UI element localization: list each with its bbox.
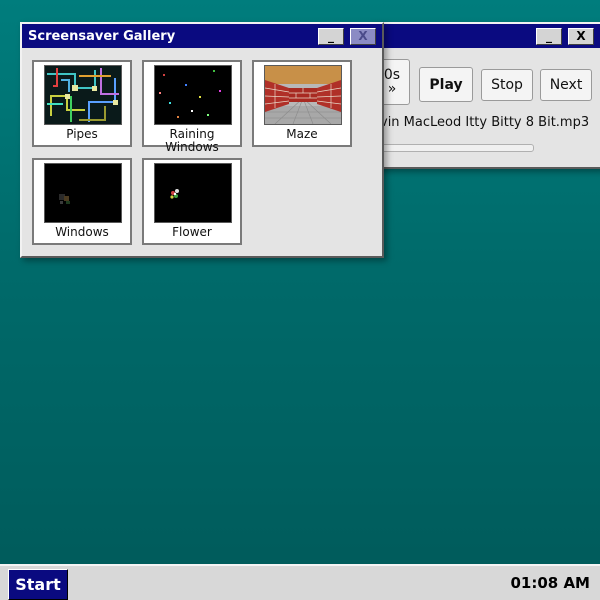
screensaver-tile-raining-windows[interactable]: Raining Windows [142,60,242,154]
media-player-titlebar[interactable]: _ X [372,24,600,48]
raining-windows-preview [154,65,232,125]
minimize-button[interactable]: _ [536,27,562,45]
media-player-window: _ X 0s » Play Stop Next vin MacLeod Itty… [360,22,600,169]
start-button[interactable]: Start [8,569,68,600]
tile-label: Maze [286,127,318,141]
screensaver-tile-maze[interactable]: Maze [252,60,352,147]
track-name: vin MacLeod Itty Bitty 8 Bit.mp3 [380,115,590,130]
pipes-preview [44,65,122,125]
close-button[interactable]: X [350,27,376,45]
taskbar: Start 01:08 AM [0,564,600,600]
minimize-button[interactable]: _ [318,27,344,45]
tile-label: Pipes [66,127,98,141]
flower-preview [154,163,232,223]
tile-label: Flower [172,225,212,239]
screensaver-tile-windows[interactable]: Windows [32,158,132,245]
progress-bar[interactable] [380,144,534,152]
maze-preview [264,65,342,125]
screensaver-gallery-window: Screensaver Gallery _ X Pipes Raining Wi… [20,22,384,258]
gallery-title: Screensaver Gallery [28,28,176,44]
close-button[interactable]: X [568,27,594,45]
gallery-titlebar[interactable]: Screensaver Gallery _ X [22,24,382,48]
play-button[interactable]: Play [419,67,473,102]
next-button[interactable]: Next [540,69,592,101]
tile-label: Windows [55,225,109,239]
stop-button[interactable]: Stop [481,69,533,101]
clock: 01:08 AM [510,574,590,592]
windows-preview [44,163,122,223]
screensaver-tile-pipes[interactable]: Pipes [32,60,132,147]
screensaver-tile-flower[interactable]: Flower [142,158,242,245]
tile-label: Raining Windows [165,127,219,154]
